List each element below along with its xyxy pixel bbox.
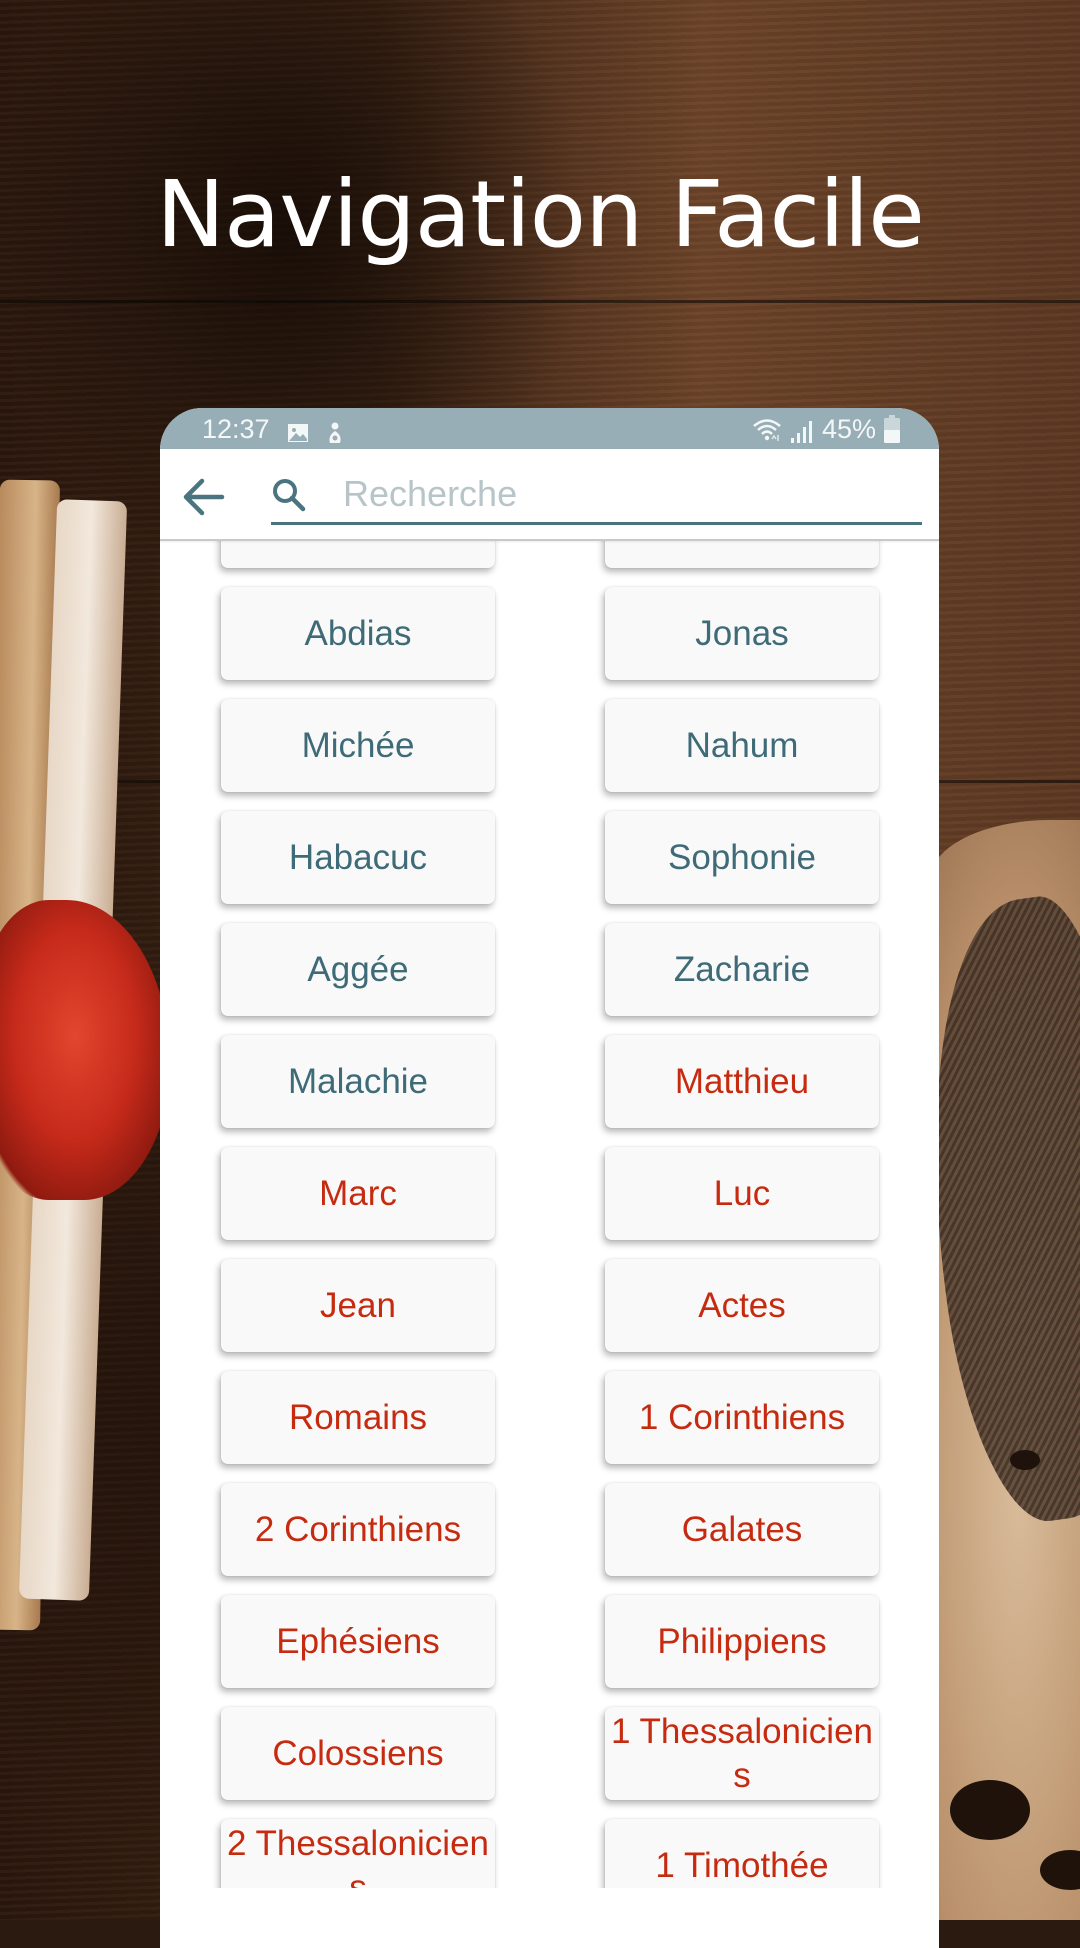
book-button[interactable]: Galates	[605, 1483, 879, 1576]
book-button[interactable]: Malachie	[221, 1035, 495, 1128]
book-button[interactable]: 2 Corinthiens	[221, 1483, 495, 1576]
book-button[interactable]: Actes	[605, 1259, 879, 1352]
book-button[interactable]: Ephésiens	[221, 1595, 495, 1688]
book-grid-viewport[interactable]: Abdias Jonas Michée Nahum Habacuc Sophonie Agg…	[160, 541, 939, 1888]
book-button[interactable]: 1 Corinthiens	[605, 1371, 879, 1464]
book-button[interactable]: 1 Thessaloniciens	[605, 1707, 879, 1800]
status-time: 12:37	[202, 414, 270, 444]
book-button[interactable]: 1 Timothée	[605, 1819, 879, 1888]
book-button[interactable]: Nahum	[605, 699, 879, 792]
status-bar: 12:37 45%	[160, 408, 939, 449]
search-input[interactable]	[343, 469, 913, 519]
book-button[interactable]: Colossiens	[221, 1707, 495, 1800]
search-icon	[273, 479, 306, 512]
book-button[interactable]: Sophonie	[605, 811, 879, 904]
ink-blot	[950, 1780, 1030, 1840]
promo-headline: Navigation Facile	[156, 161, 925, 268]
battery-percentage: 45%	[822, 414, 877, 444]
ink-blot	[1010, 1450, 1040, 1470]
book-button[interactable]: Marc	[221, 1147, 495, 1240]
book-button[interactable]: Jonas	[605, 587, 879, 680]
book-button[interactable]: Abdias	[221, 587, 495, 680]
book-button[interactable]: Luc	[605, 1147, 879, 1240]
app-toolbar	[160, 449, 939, 541]
book-button[interactable]: Romains	[221, 1371, 495, 1464]
book-button[interactable]: Jean	[221, 1259, 495, 1352]
book-button[interactable]	[221, 541, 495, 568]
book-button[interactable]: Zacharie	[605, 923, 879, 1016]
book-button[interactable]: Philippiens	[605, 1595, 879, 1688]
book-button[interactable]: 2 Thessaloniciens	[221, 1819, 495, 1888]
book-button[interactable]: Michée	[221, 699, 495, 792]
search-field[interactable]	[271, 467, 922, 525]
book-button[interactable]: Habacuc	[221, 811, 495, 904]
book-button[interactable]: Aggée	[221, 923, 495, 1016]
back-button[interactable]	[180, 473, 228, 521]
wood-plank-seam	[0, 300, 1080, 303]
arrow-left-icon	[183, 478, 225, 516]
book-button[interactable]	[605, 541, 879, 568]
book-button[interactable]: Matthieu	[605, 1035, 879, 1128]
phone-screen: 12:37 45% A	[160, 408, 939, 1948]
